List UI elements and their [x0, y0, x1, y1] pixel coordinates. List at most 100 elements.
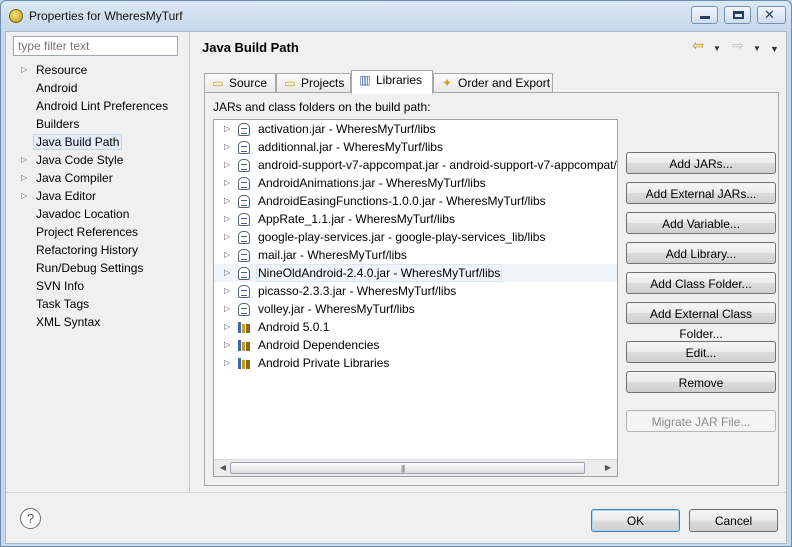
entry-label: mail.jar - WheresMyTurf/libs: [258, 248, 407, 262]
sidebar-item[interactable]: ▷ Resource: [6, 61, 189, 79]
horizontal-scrollbar[interactable]: ◀ ||| ▶: [214, 459, 617, 476]
scrollbar-thumb[interactable]: |||: [230, 462, 585, 474]
sidebar-item-label: XML Syntax: [36, 315, 101, 329]
remove-button[interactable]: Remove: [626, 371, 776, 393]
forward-dropdown-icon[interactable]: ▼: [753, 42, 761, 56]
list-item[interactable]: ▷ activation.jar - WheresMyTurf/libs: [214, 120, 617, 138]
edit-button[interactable]: Edit...: [626, 341, 776, 363]
jar-file-icon: [238, 213, 250, 226]
list-item[interactable]: ▷ android-support-v7-appcompat.jar - andr…: [214, 156, 617, 174]
sidebar-item-label: Javadoc Location: [36, 207, 130, 221]
sidebar-item[interactable]: Task Tags: [6, 295, 189, 313]
list-item[interactable]: ▷ mail.jar - WheresMyTurf/libs: [214, 246, 617, 264]
tab-label: Projects: [301, 76, 345, 90]
tab-projects[interactable]: ▭ Projects: [276, 73, 351, 94]
forward-arrow-icon[interactable]: ⇨: [732, 38, 744, 52]
sidebar-item[interactable]: Javadoc Location: [6, 205, 189, 223]
add-library-button[interactable]: Add Library...: [626, 242, 776, 264]
sidebar-item[interactable]: Project References: [6, 223, 189, 241]
library-container-icon: [238, 357, 250, 370]
expand-arrow-icon[interactable]: ▷: [21, 61, 31, 79]
list-item[interactable]: ▷ AndroidAnimations.jar - WheresMyTurf/li…: [214, 174, 617, 192]
filter-input[interactable]: [13, 36, 178, 56]
cancel-button[interactable]: Cancel: [689, 509, 778, 532]
tab-source[interactable]: ▭ Source: [204, 73, 276, 94]
sidebar-item[interactable]: Android Lint Preferences: [6, 97, 189, 115]
scroll-left-icon[interactable]: ◀: [216, 462, 230, 474]
list-item[interactable]: ▷ Android Dependencies: [214, 336, 617, 354]
close-icon: ✕: [764, 7, 775, 22]
expand-arrow-icon[interactable]: ▷: [224, 138, 230, 156]
sidebar-item[interactable]: ▷ Java Editor: [6, 187, 189, 205]
tab-order-and-export[interactable]: ✦ Order and Export: [433, 73, 553, 94]
libraries-list[interactable]: ▷ activation.jar - WheresMyTurf/libs ▷ addi…: [213, 119, 618, 477]
migrate-jar-button[interactable]: Migrate JAR File...: [626, 410, 776, 432]
tab-label: Source: [229, 76, 268, 90]
expand-arrow-icon[interactable]: ▷: [224, 228, 230, 246]
entry-label: NineOldAndroid-2.4.0.jar - WheresMyTurf/…: [256, 264, 503, 282]
window-title: Properties for WheresMyTurf: [29, 9, 183, 23]
expand-arrow-icon[interactable]: ▷: [224, 156, 230, 174]
maximize-button[interactable]: [724, 6, 751, 24]
list-item[interactable]: ▷ AndroidEasingFunctions-1.0.0.jar - Wher…: [214, 192, 617, 210]
list-item[interactable]: ▷ Android Private Libraries: [214, 354, 617, 372]
add-variable-button[interactable]: Add Variable...: [626, 212, 776, 234]
build-path-label: JARs and class folders on the build path…: [213, 100, 431, 114]
library-container-icon: [238, 339, 250, 352]
sidebar-item[interactable]: XML Syntax: [6, 313, 189, 331]
ok-button[interactable]: OK: [591, 509, 680, 532]
pane-divider[interactable]: [189, 32, 190, 492]
order-export-icon: ✦: [441, 76, 453, 90]
tab-libraries[interactable]: ▥ Libraries: [351, 70, 433, 94]
expand-arrow-icon[interactable]: ▷: [224, 120, 230, 138]
expand-arrow-icon[interactable]: ▷: [21, 187, 31, 205]
list-item[interactable]: ▷ AppRate_1.1.jar - WheresMyTurf/libs: [214, 210, 617, 228]
view-menu-icon[interactable]: ▼: [770, 42, 779, 56]
expand-arrow-icon[interactable]: ▷: [224, 354, 230, 372]
expand-arrow-icon[interactable]: ▷: [224, 318, 230, 336]
expand-arrow-icon[interactable]: ▷: [224, 174, 230, 192]
add-external-class-folder-button[interactable]: Add External Class Folder...: [626, 302, 776, 341]
sidebar-item-label: Java Code Style: [36, 153, 124, 167]
sidebar-item[interactable]: Android: [6, 79, 189, 97]
sidebar-item-label: Builders: [36, 117, 80, 131]
minimize-icon: [700, 16, 710, 19]
help-icon[interactable]: ?: [20, 508, 41, 529]
scroll-right-icon[interactable]: ▶: [601, 462, 615, 474]
sidebar-item[interactable]: ▷ Java Code Style: [6, 151, 189, 169]
libraries-icon: ▥: [359, 73, 371, 87]
scrollbar-grip: |||: [401, 464, 405, 473]
sidebar-item[interactable]: Builders: [6, 115, 189, 133]
expand-arrow-icon[interactable]: ▷: [224, 300, 230, 318]
sidebar-item[interactable]: Refactoring History: [6, 241, 189, 259]
expand-arrow-icon[interactable]: ▷: [224, 246, 230, 264]
expand-arrow-icon[interactable]: ▷: [224, 282, 230, 300]
expand-arrow-icon[interactable]: ▷: [224, 264, 230, 282]
back-dropdown-icon[interactable]: ▼: [713, 42, 721, 56]
expand-arrow-icon[interactable]: ▷: [21, 151, 31, 169]
sidebar-item[interactable]: Run/Debug Settings: [6, 259, 189, 277]
expand-arrow-icon[interactable]: ▷: [21, 169, 31, 187]
title-bar[interactable]: Properties for WheresMyTurf ✕: [1, 1, 791, 31]
sidebar-item[interactable]: SVN Info: [6, 277, 189, 295]
entry-label: Android Private Libraries: [258, 356, 390, 370]
list-item[interactable]: ▷ volley.jar - WheresMyTurf/libs: [214, 300, 617, 318]
close-button[interactable]: ✕: [757, 6, 786, 24]
sidebar-item[interactable]: Java Build Path: [6, 133, 189, 151]
sidebar-item-label: Refactoring History: [36, 243, 139, 257]
back-arrow-icon[interactable]: ⇦: [692, 38, 704, 52]
expand-arrow-icon[interactable]: ▷: [224, 210, 230, 228]
list-item[interactable]: ▷ picasso-2.3.3.jar - WheresMyTurf/libs: [214, 282, 617, 300]
list-item[interactable]: ▷ NineOldAndroid-2.4.0.jar - WheresMyTurf…: [214, 264, 617, 282]
minimize-button[interactable]: [691, 6, 718, 24]
sidebar-item[interactable]: ▷ Java Compiler: [6, 169, 189, 187]
add-jars-button[interactable]: Add JARs...: [626, 152, 776, 174]
list-item[interactable]: ▷ google-play-services.jar - google-play-…: [214, 228, 617, 246]
expand-arrow-icon[interactable]: ▷: [224, 336, 230, 354]
add-external-jars-button[interactable]: Add External JARs...: [626, 182, 776, 204]
list-item[interactable]: ▷ Android 5.0.1: [214, 318, 617, 336]
sidebar-item-label: Project References: [36, 225, 139, 239]
list-item[interactable]: ▷ additionnal.jar - WheresMyTurf/libs: [214, 138, 617, 156]
expand-arrow-icon[interactable]: ▷: [224, 192, 230, 210]
add-class-folder-button[interactable]: Add Class Folder...: [626, 272, 776, 294]
